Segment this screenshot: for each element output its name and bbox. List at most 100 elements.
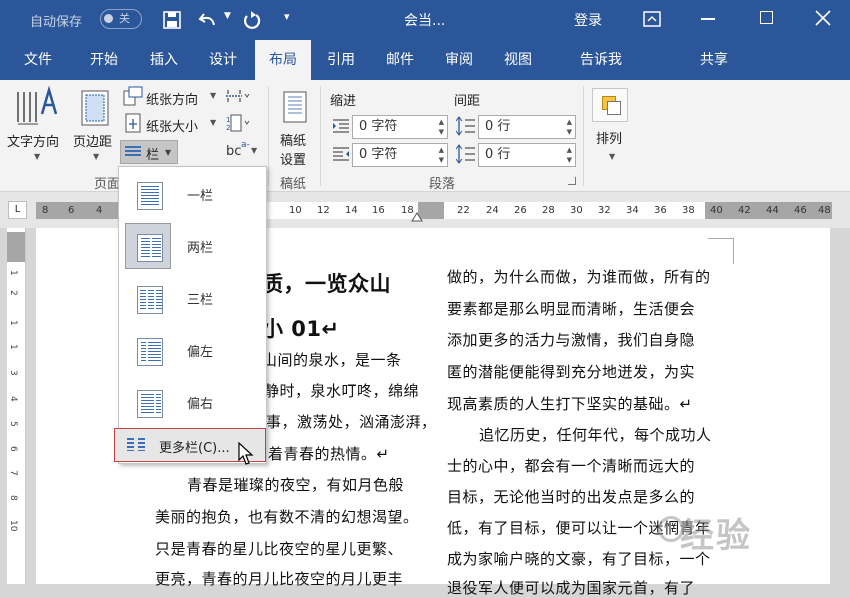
columns-button[interactable]: 栏 ▼ [120, 140, 178, 164]
columns-option-left[interactable]: 偏左 [125, 323, 261, 375]
indent-left-icon [333, 119, 349, 133]
arrange-button[interactable]: 排列 [596, 128, 622, 147]
tell-me-search[interactable]: 告诉我 [580, 40, 632, 80]
doc-paragraph-line: 静时，泉水叮咚，绵绵 [264, 382, 420, 400]
undo-icon[interactable] [198, 11, 218, 29]
tab-view[interactable]: 视图 [492, 40, 544, 80]
doc-paragraph-line: 匿的潜能便能得到充分地迸发，为实 [447, 363, 696, 381]
ribbon-display-options-icon[interactable] [643, 11, 661, 27]
close-icon[interactable] [815, 10, 831, 26]
tab-design[interactable]: 设计 [197, 40, 249, 80]
ruler-number: 40 [710, 205, 723, 216]
paper-size-dropdown-icon[interactable]: ▼ [210, 118, 216, 127]
columns-icon [125, 146, 141, 158]
vruler-number: 4 [8, 396, 18, 402]
vruler-margin-area [7, 232, 25, 262]
vruler-number: 1 [8, 270, 18, 276]
spin-up-icon: ▲ [438, 146, 444, 154]
undo-dropdown-icon[interactable]: ▼ [224, 11, 231, 21]
tab-review[interactable]: 审阅 [433, 40, 485, 80]
one-column-thumbnail [125, 171, 171, 217]
tab-home[interactable]: 开始 [78, 40, 130, 80]
tab-references[interactable]: 引用 [315, 40, 367, 80]
breaks-icon[interactable] [226, 88, 250, 104]
manuscript-setup-line2: 设置 [280, 153, 307, 168]
manuscript-setup-button[interactable]: 稿纸 [280, 130, 306, 149]
spin-down-icon: ▼ [566, 156, 572, 164]
hyphenation-icon[interactable]: bc [226, 144, 241, 159]
watermark-paw-icon [658, 516, 684, 542]
redo-icon[interactable] [243, 10, 261, 30]
svg-text:1: 1 [226, 116, 230, 124]
margins-button[interactable]: 页边距 [73, 131, 112, 150]
orientation-dropdown-icon[interactable]: ▼ [210, 91, 216, 100]
doc-paragraph-line: 山间的泉水，是一条 [262, 351, 402, 369]
spacing-after-input[interactable]: 0 行 ▲ ▼ [478, 143, 576, 167]
ruler-number: 44 [766, 205, 779, 216]
orientation-icon [123, 86, 143, 106]
paper-size-button[interactable]: 纸张大小 [146, 116, 198, 135]
ruler-number: 38 [682, 205, 695, 216]
ruler-number: 12 [317, 205, 330, 216]
text-direction-button[interactable]: 文字方向 [7, 131, 59, 150]
paragraph-dialog-launcher-icon[interactable] [568, 177, 576, 185]
login-link[interactable]: 登录 [574, 10, 602, 30]
doc-paragraph-line: 添加更多的活力与激情，我们自身隐 [447, 331, 696, 349]
text-direction-icon [17, 86, 58, 125]
line-numbers-icon[interactable]: 12 [226, 114, 250, 132]
doc-paragraph-line: 事，激荡处，汹涌澎湃， [266, 413, 437, 431]
doc-paragraph-line: 追忆历史，任何年代，每个成功人 [479, 426, 712, 444]
vruler-number: 8 [8, 495, 18, 501]
ruler-number: 24 [486, 205, 499, 216]
columns-dropdown-icon: ▼ [165, 148, 172, 157]
paper-orientation-button[interactable]: 纸张方向 [146, 89, 198, 108]
spin-down-icon: ▼ [438, 128, 444, 136]
save-icon[interactable] [163, 11, 181, 29]
ruler-number: 26 [514, 205, 527, 216]
ruler-number: 34 [626, 205, 639, 216]
customize-qat-icon[interactable]: ▾ [284, 10, 290, 23]
indent-left-input[interactable]: 0 字符 ▲ ▼ [352, 115, 448, 139]
spacing-after-icon [456, 144, 475, 164]
spin-up-icon: ▲ [566, 118, 572, 126]
manuscript-icon [283, 91, 307, 123]
columns-option-three[interactable]: 三栏 [125, 271, 261, 323]
spin-up-icon: ▲ [566, 146, 572, 154]
tab-file[interactable]: 文件 [12, 40, 64, 80]
right-indent-marker-icon[interactable] [411, 212, 423, 222]
ruler-number: 16 [372, 205, 385, 216]
arrange-dropdown-icon[interactable]: ▼ [609, 152, 615, 161]
ruler-number: 14 [345, 205, 358, 216]
maximize-icon[interactable] [760, 11, 773, 24]
ruler-number: 30 [570, 205, 583, 216]
columns-option-right[interactable]: 偏右 [125, 375, 261, 427]
minimize-icon[interactable] [701, 18, 715, 20]
option-label: 偏左 [187, 345, 214, 360]
doc-paragraph-line: 美丽的抱负，也有数不清的幻想渴望。 [155, 508, 419, 526]
margins-dropdown-icon[interactable]: ▼ [93, 152, 99, 161]
autosave-label: 自动保存 [30, 15, 83, 30]
svg-text:2: 2 [226, 124, 230, 132]
indent-right-input[interactable]: 0 字符 ▲ ▼ [352, 143, 448, 167]
columns-option-two[interactable]: 两栏 [125, 219, 261, 271]
hyphenation-dropdown-icon[interactable]: ▼ [251, 146, 257, 155]
columns-option-one[interactable]: 一栏 [125, 167, 261, 219]
three-columns-thumbnail [125, 275, 171, 321]
option-label: 三栏 [187, 293, 214, 308]
share-button[interactable]: 共享 [696, 40, 732, 80]
two-columns-thumbnail [125, 223, 171, 269]
more-columns-label: 更多栏(C)... [159, 441, 230, 456]
spacing-before-input[interactable]: 0 行 ▲ ▼ [478, 115, 576, 139]
tab-layout[interactable]: 布局 [255, 40, 311, 80]
text-direction-dropdown-icon[interactable]: ▼ [34, 152, 40, 161]
tab-insert[interactable]: 插入 [138, 40, 190, 80]
ruler-number: 22 [457, 205, 470, 216]
ruler-number: 6 [68, 205, 75, 216]
ruler-number: 48 [818, 205, 831, 216]
tab-stop-selector[interactable]: L [8, 201, 27, 219]
doc-heading: 质，一览众山 [262, 272, 391, 296]
columns-label: 栏 [146, 148, 160, 163]
vruler-number: 2 [8, 290, 18, 296]
tab-mailings[interactable]: 邮件 [374, 40, 426, 80]
group-divider [320, 86, 321, 186]
